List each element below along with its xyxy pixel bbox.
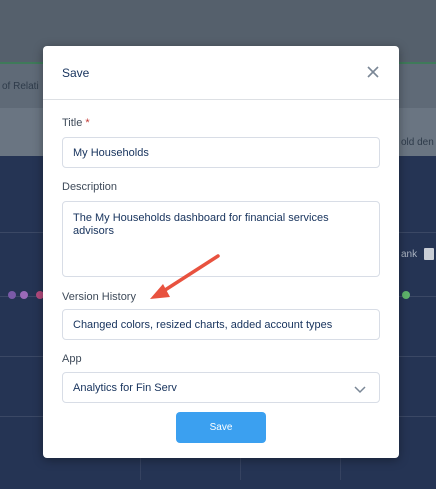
dialog-header: Save	[43, 46, 399, 100]
dashboard-widget-label: old den	[401, 137, 434, 148]
chart-point	[402, 291, 410, 299]
description-label: Description	[62, 181, 118, 193]
dialog-title: Save	[62, 66, 90, 80]
chart-point	[8, 291, 16, 299]
chart-point	[20, 291, 28, 299]
dashboard-filter-label: of Relati	[2, 81, 39, 92]
required-marker: *	[85, 117, 90, 129]
version-history-label: Version History	[62, 291, 136, 303]
title-input[interactable]	[62, 137, 380, 168]
dashboard-chip	[424, 248, 434, 260]
close-button[interactable]	[363, 62, 383, 82]
app-select-value: Analytics for Fin Serv	[73, 381, 177, 394]
app-select[interactable]: Analytics for Fin Serv	[62, 372, 380, 403]
app-label: App	[62, 353, 82, 365]
description-textarea[interactable]: The My Households dashboard for financia…	[62, 201, 380, 277]
title-label: Title *	[62, 117, 90, 129]
dashboard-rank-label: ank	[401, 249, 418, 260]
close-icon	[367, 66, 379, 78]
save-dialog: Save Title* Description The My Household…	[43, 46, 399, 458]
save-button[interactable]: Save	[176, 412, 266, 443]
title-label-text: Title	[62, 117, 83, 129]
version-history-input[interactable]	[62, 309, 380, 340]
chevron-down-icon	[354, 386, 366, 394]
